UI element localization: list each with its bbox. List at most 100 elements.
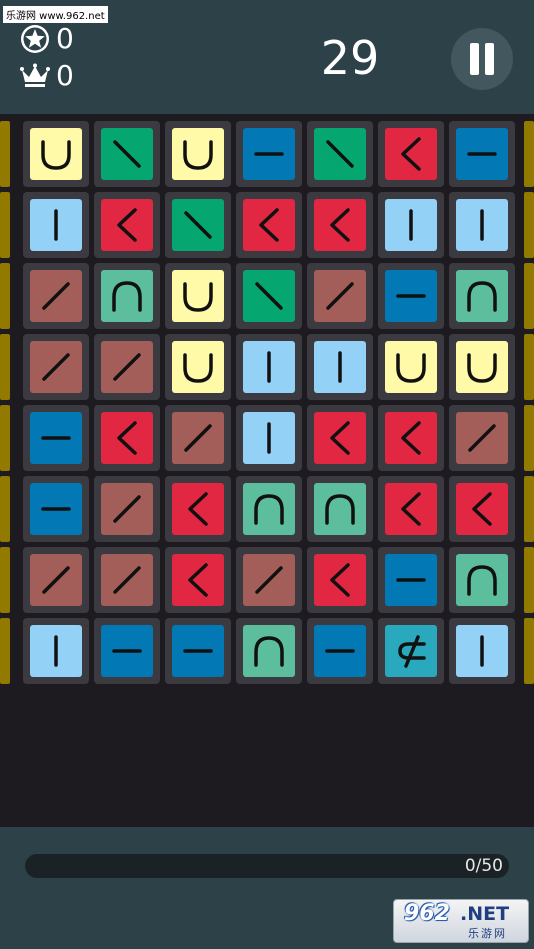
chevron-left-tile[interactable] (385, 483, 437, 535)
dash-tile[interactable] (30, 483, 82, 535)
arch-tile[interactable] (243, 483, 295, 535)
chevron-left-tile[interactable] (101, 199, 153, 251)
dash-tile[interactable] (243, 128, 295, 180)
board-cell[interactable] (378, 405, 444, 471)
board-cell[interactable] (378, 121, 444, 187)
chevron-left-tile[interactable] (243, 199, 295, 251)
board-cell[interactable] (449, 476, 515, 542)
board-cell[interactable] (236, 263, 302, 329)
pause-button[interactable] (451, 28, 513, 90)
board-cell[interactable] (449, 192, 515, 258)
board-cell[interactable] (236, 192, 302, 258)
board-cell[interactable] (449, 618, 515, 684)
u-curve-tile[interactable] (172, 128, 224, 180)
dash-tile[interactable] (385, 270, 437, 322)
board-cell[interactable] (165, 121, 231, 187)
u-curve-tile[interactable] (172, 270, 224, 322)
board-cell[interactable] (94, 618, 160, 684)
board-cell[interactable] (94, 263, 160, 329)
slash-tile[interactable] (314, 270, 366, 322)
dash-tile[interactable] (30, 412, 82, 464)
arch-tile[interactable] (456, 270, 508, 322)
chevron-left-tile[interactable] (314, 412, 366, 464)
board-cell[interactable] (449, 405, 515, 471)
board-cell[interactable] (23, 547, 89, 613)
board-cell[interactable] (449, 263, 515, 329)
board-cell[interactable] (449, 334, 515, 400)
u-curve-tile[interactable] (456, 341, 508, 393)
bar-tile[interactable] (243, 412, 295, 464)
board-cell[interactable] (307, 121, 373, 187)
slash-tile[interactable] (243, 554, 295, 606)
board-cell[interactable] (94, 192, 160, 258)
board-cell[interactable] (236, 618, 302, 684)
dash-tile[interactable] (314, 625, 366, 677)
board-cell[interactable] (165, 263, 231, 329)
back-slash-tile[interactable] (243, 270, 295, 322)
board-cell[interactable] (236, 334, 302, 400)
board-cell[interactable] (307, 476, 373, 542)
u-curve-tile[interactable] (30, 128, 82, 180)
board-cell[interactable] (378, 192, 444, 258)
board-cell[interactable] (236, 547, 302, 613)
board-cell[interactable] (307, 618, 373, 684)
board-cell[interactable] (378, 476, 444, 542)
board-cell[interactable] (307, 547, 373, 613)
board-cell[interactable] (23, 192, 89, 258)
arch-tile[interactable] (456, 554, 508, 606)
slash-tile[interactable] (101, 554, 153, 606)
board-cell[interactable] (307, 192, 373, 258)
board-cell[interactable] (378, 618, 444, 684)
board-cell[interactable] (307, 405, 373, 471)
board-cell[interactable] (236, 121, 302, 187)
slash-tile[interactable] (30, 341, 82, 393)
bar-tile[interactable] (456, 199, 508, 251)
board-cell[interactable] (94, 547, 160, 613)
board-cell[interactable] (378, 334, 444, 400)
board-cell[interactable] (23, 263, 89, 329)
board-cell[interactable] (236, 476, 302, 542)
not-subset-tile[interactable] (385, 625, 437, 677)
board-cell[interactable] (449, 547, 515, 613)
board-cell[interactable] (165, 334, 231, 400)
dash-tile[interactable] (172, 625, 224, 677)
bar-tile[interactable] (385, 199, 437, 251)
board-cell[interactable] (236, 405, 302, 471)
slash-tile[interactable] (172, 412, 224, 464)
board-cell[interactable] (378, 263, 444, 329)
dash-tile[interactable] (101, 625, 153, 677)
chevron-left-tile[interactable] (385, 412, 437, 464)
board-cell[interactable] (94, 476, 160, 542)
arch-tile[interactable] (314, 483, 366, 535)
board-cell[interactable] (94, 334, 160, 400)
board-cell[interactable] (165, 618, 231, 684)
slash-tile[interactable] (101, 483, 153, 535)
slash-tile[interactable] (30, 270, 82, 322)
board-cell[interactable] (165, 476, 231, 542)
bar-tile[interactable] (30, 199, 82, 251)
chevron-left-tile[interactable] (172, 483, 224, 535)
board-cell[interactable] (23, 405, 89, 471)
chevron-left-tile[interactable] (314, 554, 366, 606)
back-slash-tile[interactable] (314, 128, 366, 180)
board-cell[interactable] (307, 263, 373, 329)
bar-tile[interactable] (314, 341, 366, 393)
chevron-left-tile[interactable] (101, 412, 153, 464)
board-cell[interactable] (165, 405, 231, 471)
arch-tile[interactable] (243, 625, 295, 677)
dash-tile[interactable] (456, 128, 508, 180)
dash-tile[interactable] (385, 554, 437, 606)
board-cell[interactable] (449, 121, 515, 187)
board-cell[interactable] (378, 547, 444, 613)
bar-tile[interactable] (456, 625, 508, 677)
chevron-left-tile[interactable] (385, 128, 437, 180)
board-cell[interactable] (165, 192, 231, 258)
bar-tile[interactable] (243, 341, 295, 393)
board-cell[interactable] (94, 405, 160, 471)
chevron-left-tile[interactable] (456, 483, 508, 535)
bar-tile[interactable] (30, 625, 82, 677)
board-cell[interactable] (307, 334, 373, 400)
u-curve-tile[interactable] (385, 341, 437, 393)
back-slash-tile[interactable] (172, 199, 224, 251)
board-cell[interactable] (23, 618, 89, 684)
